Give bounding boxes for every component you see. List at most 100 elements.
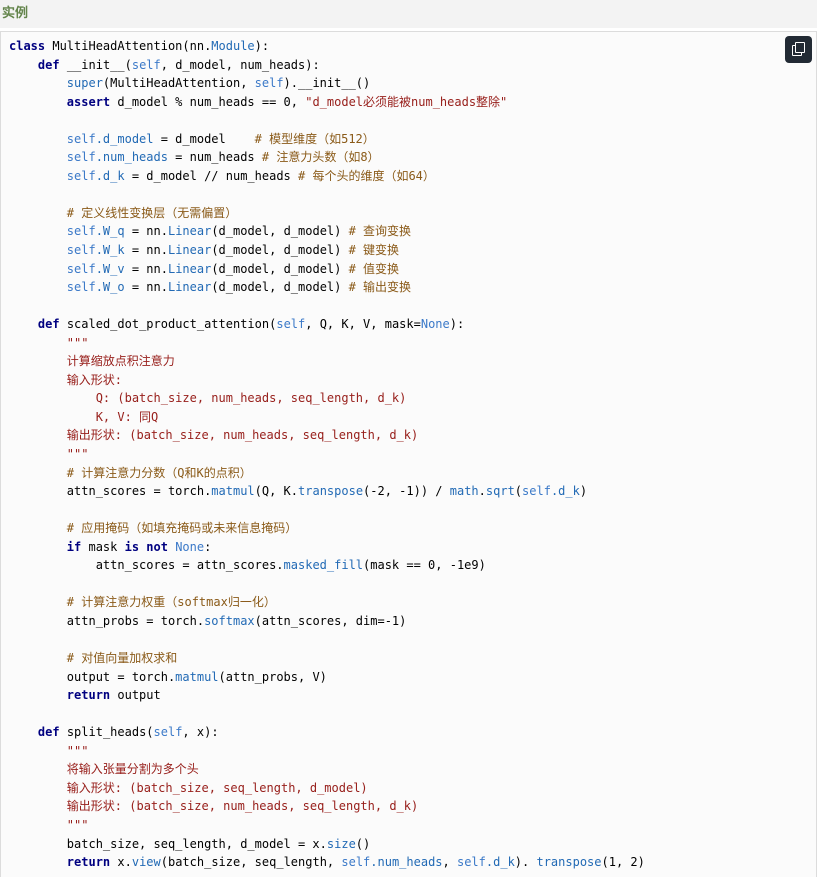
code-token: , Q, K, V, mask= [305,317,421,332]
code-content: class MultiHeadAttention(nn.Module): def… [9,37,645,872]
code-token: () [355,836,371,851]
code-token: self [66,224,96,239]
code-token: = nn. [124,243,168,258]
code-line: if mask is not None: [9,538,645,557]
code-token: self [66,280,96,295]
code-line: return output [9,686,645,705]
code-token: # 输出变换 [348,280,412,295]
copy-button[interactable] [785,36,812,63]
code-token: None [175,539,205,554]
code-token: (d_model, d_model) [211,243,349,258]
code-token: mask [81,539,125,554]
code-line: self.W_v = nn.Linear(d_model, d_model) #… [9,260,645,279]
code-line: """ [9,742,645,761]
code-token: , [442,855,457,870]
code-line: """ [9,816,645,835]
code-line: 输入形状: (batch_size, seq_length, d_model) [9,779,645,798]
code-token: = nn. [124,261,168,276]
code-token: K, V: 同Q [95,409,159,424]
code-token: return [66,688,111,703]
code-line: K, V: 同Q [9,408,645,427]
code-token: """ [66,817,89,832]
code-line: self.W_k = nn.Linear(d_model, d_model) #… [9,241,645,260]
code-token: # 定义线性变换层（无需偏置） [66,205,238,220]
code-token: # 查询变换 [348,224,412,239]
code-token: # 注意力头数（如8） [261,150,380,165]
code-token: # 每个头的维度（如64） [298,168,435,183]
code-token: self [341,855,371,870]
code-line: self.d_k = d_model // num_heads # 每个头的维度… [9,167,645,186]
code-token: , x): [182,725,219,740]
code-token: (d_model, d_model) [211,224,349,239]
code-line: # 计算注意力权重（softmax归一化） [9,593,645,612]
code-token: (1, 2) [601,855,645,870]
code-token: Linear [167,224,212,239]
code-token: output = torch. [9,669,176,684]
code-token: .d_k [485,855,515,870]
code-token: def [37,725,60,740]
code-token: def [37,317,60,332]
code-line: attn_scores = torch.matmul(Q, K.transpos… [9,482,645,501]
code-token: ( [514,484,523,499]
code-line: 输入形状: [9,371,645,390]
code-token: = nn. [124,280,168,295]
code-token: Linear [167,261,212,276]
code-token: matmul [175,669,219,684]
code-line: # 对值向量加权求和 [9,649,645,668]
code-token: self [66,261,96,276]
code-token: # 应用掩码（如填充掩码或未来信息掩码） [66,521,298,536]
code-token: """ [66,743,89,758]
code-token: "d_model必须能被num_heads整除" [305,94,508,109]
code-token: ): [254,39,270,53]
code-token: self [276,317,306,332]
code-line: 将输入张量分割为多个头 [9,760,645,779]
code-token: = nn. [124,224,168,239]
code-token: attn_probs = torch. [9,613,205,628]
code-token: self [131,57,161,72]
code-token: , d_model, num_heads): [160,57,320,72]
code-token: softmax [204,613,255,628]
code-token: (batch_size, seq_length, [160,855,342,870]
code-token: self [153,725,183,740]
code-token: self [522,484,551,499]
code-token: .W_v [95,261,125,276]
code-line: def scaled_dot_product_attention(self, Q… [9,315,645,334]
code-token: = d_model // num_heads [124,168,298,183]
code-token: matmul [211,484,255,499]
code-token: 输出形状: (batch_size, num_heads, seq_length… [66,799,419,814]
code-token: transpose [536,855,602,870]
code-token: scaled_dot_product_attention( [59,317,277,332]
code-token: self [456,855,486,870]
code-token: Module [211,39,255,53]
code-token: : [204,539,212,554]
example-title: 实例 [2,6,29,21]
code-token: Q: (batch_size, num_heads, seq_length, d… [95,391,407,406]
code-token: """ [66,335,89,350]
code-token: (-2, -1)) / [363,484,450,499]
code-line: class MultiHeadAttention(nn.Module): [9,37,645,56]
code-token: self [254,76,284,91]
code-line: self.num_heads = num_heads # 注意力头数（如8） [9,148,645,167]
code-line: 输出形状: (batch_size, num_heads, seq_length… [9,797,645,816]
code-token: 输入形状: (batch_size, seq_length, d_model) [66,780,368,795]
code-token: output [110,688,161,703]
code-token: .W_q [95,224,125,239]
code-token: 输出形状: (batch_size, num_heads, seq_length… [66,428,419,443]
